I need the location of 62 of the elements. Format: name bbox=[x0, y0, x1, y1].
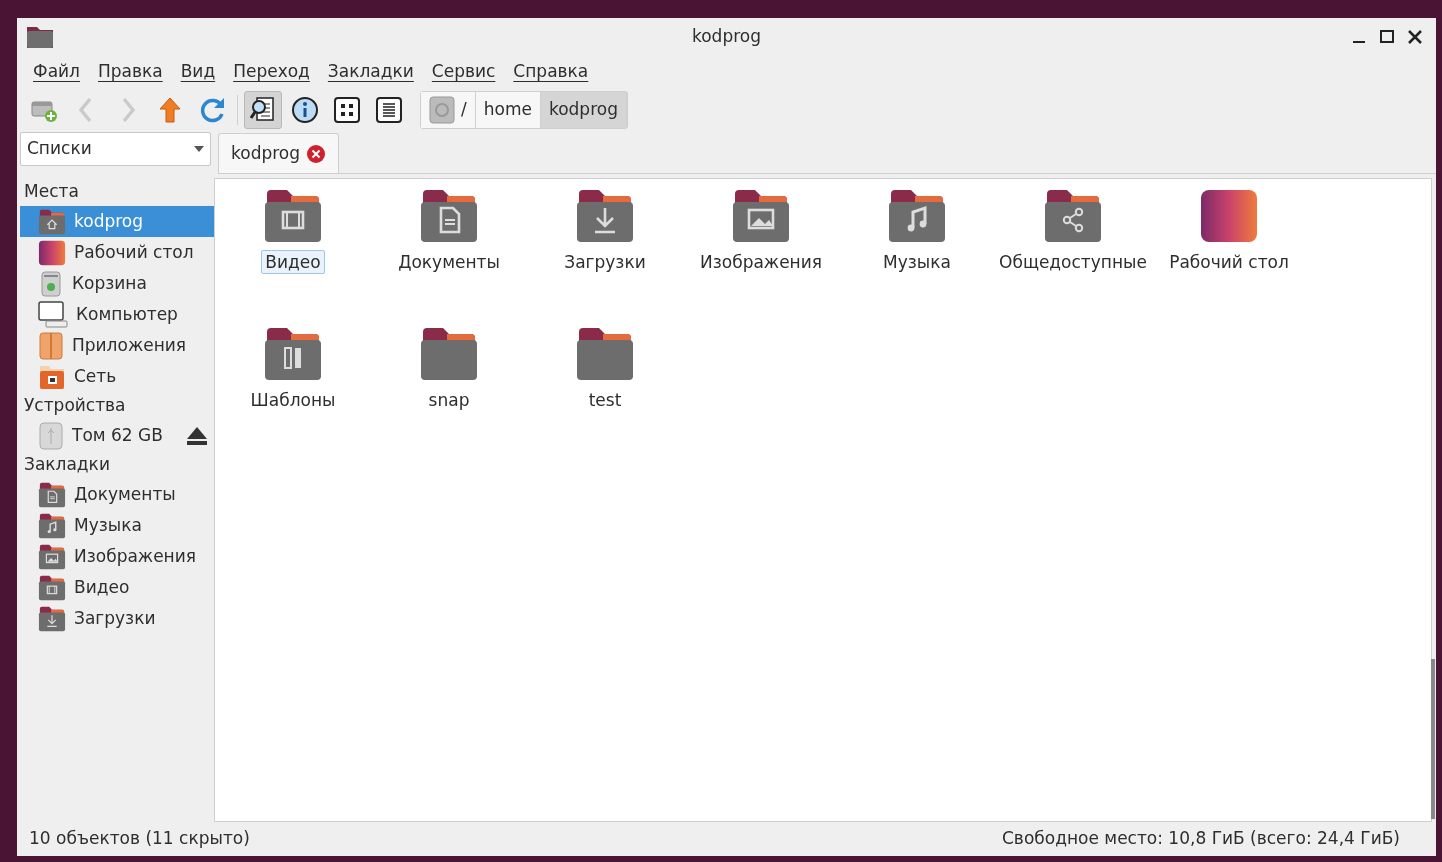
file-item-label[interactable]: Общедоступные bbox=[995, 250, 1151, 274]
menu-item[interactable]: Правка bbox=[89, 58, 171, 86]
window-title: kodprog bbox=[692, 26, 761, 47]
path-button[interactable]: / bbox=[421, 92, 476, 128]
computer-icon bbox=[38, 300, 68, 329]
usb-drive-icon bbox=[38, 421, 64, 450]
sidebar-item[interactable]: Корзина bbox=[20, 268, 214, 299]
folder-icon bbox=[25, 24, 55, 50]
file-item-label[interactable]: Видео bbox=[261, 250, 325, 274]
menu-item[interactable]: Переход bbox=[225, 58, 318, 86]
sidebar-item[interactable]: Приложения bbox=[20, 330, 214, 361]
sidebar-item[interactable]: Загрузки bbox=[20, 603, 214, 634]
close-icon[interactable] bbox=[1406, 28, 1424, 46]
grid-view-icon bbox=[332, 95, 362, 125]
sidebar-item[interactable]: Компьютер bbox=[20, 299, 214, 330]
eject-icon[interactable] bbox=[186, 425, 208, 446]
sidebar-item[interactable]: Сеть bbox=[20, 361, 214, 392]
maximize-icon[interactable] bbox=[1378, 28, 1396, 46]
menu-item[interactable]: Сервис bbox=[423, 58, 504, 86]
sidebar-item[interactable]: Документы bbox=[20, 479, 214, 510]
file-item-label[interactable]: Шаблоны bbox=[246, 388, 340, 412]
sidebar-item[interactable]: Музыка bbox=[20, 510, 214, 541]
file-item-label[interactable]: Загрузки bbox=[560, 250, 650, 274]
free-space-text: Свободное место: 10,8 ГиБ (всего: 24,4 ГиБ) bbox=[1002, 827, 1401, 851]
section-header: Устройства bbox=[23, 394, 127, 418]
sidebar-item[interactable]: Видео bbox=[20, 572, 214, 603]
section-header: Места bbox=[23, 180, 80, 204]
side-pane-dropdown[interactable]: Списки bbox=[20, 132, 211, 166]
folder-icon bbox=[38, 573, 66, 602]
file-item-label[interactable]: Изображения bbox=[696, 250, 826, 274]
folder-icon bbox=[38, 542, 66, 571]
tab[interactable]: kodprog bbox=[218, 133, 340, 173]
file-item-label[interactable]: Музыка bbox=[879, 250, 955, 274]
menu-item[interactable]: Закладки bbox=[319, 58, 422, 86]
file-item-label[interactable]: Рабочий стол bbox=[1165, 250, 1293, 274]
path-button[interactable]: home bbox=[475, 92, 541, 128]
sidebar-item[interactable]: Рабочий стол bbox=[20, 237, 214, 268]
list-view-icon bbox=[374, 95, 404, 125]
folder-icon bbox=[38, 511, 66, 540]
sidebar-item[interactable]: Изображения bbox=[20, 541, 214, 572]
box-icon bbox=[38, 331, 64, 360]
magnifier-document-button[interactable] bbox=[244, 91, 282, 129]
menu-item[interactable]: Файл bbox=[25, 58, 88, 86]
scrollbar[interactable] bbox=[1431, 659, 1435, 819]
status-text: 10 объектов (11 скрыто) bbox=[29, 827, 250, 851]
folder-icon bbox=[38, 604, 66, 633]
file-item-label[interactable]: test bbox=[584, 388, 626, 412]
menu-item[interactable]: Справка bbox=[505, 58, 597, 86]
menu-item[interactable]: Вид bbox=[172, 58, 224, 86]
sidebar-item[interactable]: Том 62 GB bbox=[20, 420, 214, 451]
drive-icon bbox=[429, 96, 455, 124]
dropdown-caret-icon bbox=[194, 146, 204, 152]
file-item-label[interactable]: snap bbox=[424, 388, 474, 412]
file-item-label[interactable]: Документы bbox=[394, 250, 504, 274]
section-header: Закладки bbox=[23, 453, 111, 477]
trash-icon bbox=[38, 270, 64, 297]
folder-icon bbox=[38, 480, 66, 509]
folder-icon bbox=[38, 207, 66, 236]
desktop-folder-icon bbox=[38, 238, 66, 267]
close-tab-icon[interactable] bbox=[306, 143, 327, 164]
path-button[interactable]: kodprog bbox=[540, 92, 627, 128]
info-icon bbox=[290, 95, 320, 125]
